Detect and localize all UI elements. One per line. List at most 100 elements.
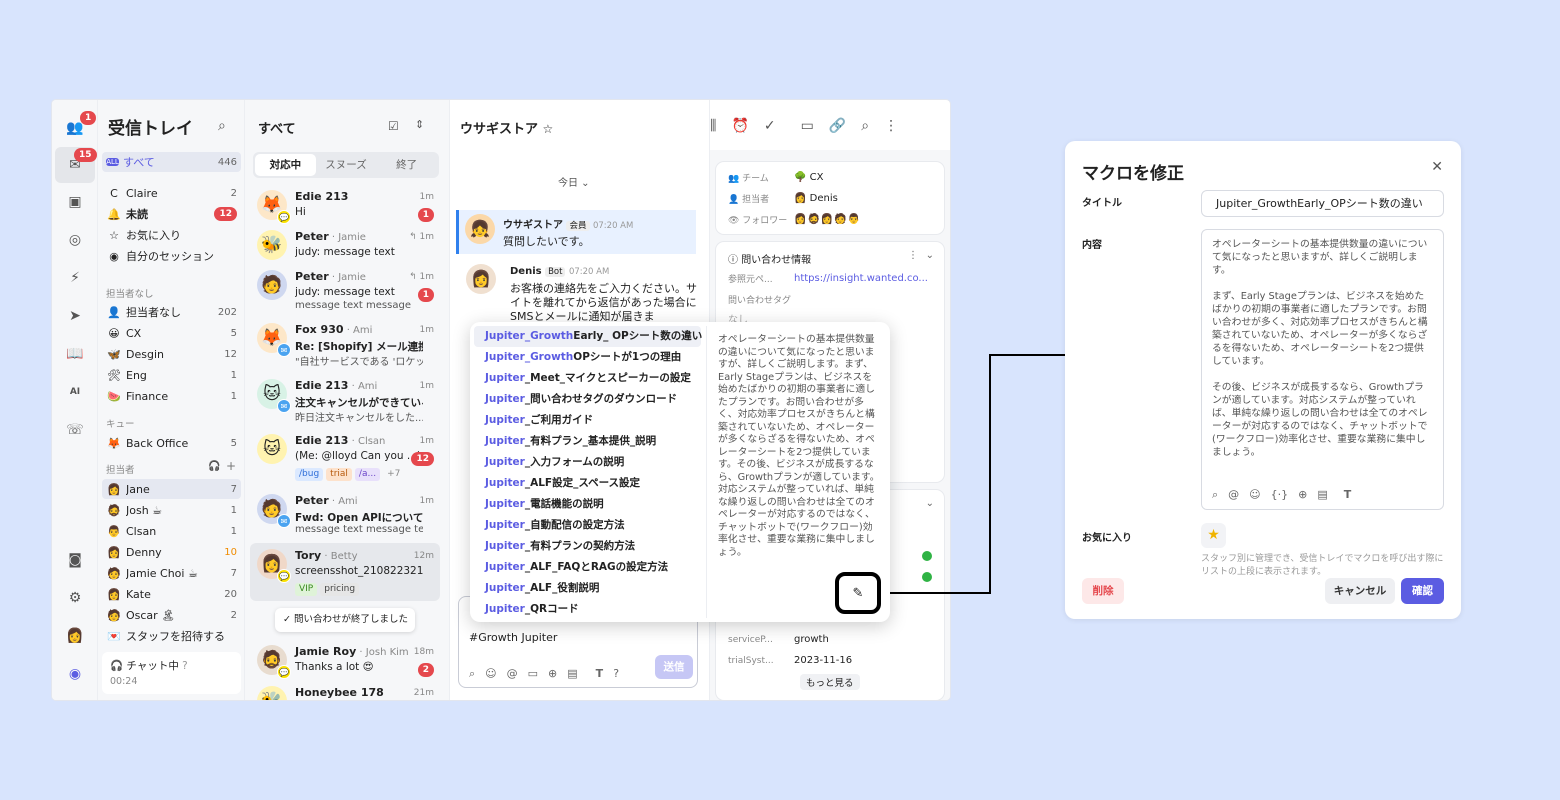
macro-item[interactable]: Jupiter_ALF_FAQとRAGの設定方法 [474, 557, 701, 578]
chevron-down-icon[interactable]: ⌄ [926, 250, 934, 261]
assignee-value[interactable]: Denis [810, 193, 838, 204]
star-icon[interactable]: ☆ [543, 122, 554, 136]
more-icon[interactable]: ⋮ [908, 250, 918, 261]
inbox-item-my-sessions[interactable]: ◉ 自分のセッション [102, 246, 241, 266]
follower-avatars[interactable]: 👩🧔👩🧑👨 [794, 214, 861, 225]
conversation-item[interactable]: 🧑 ✉ Peter · Ami 1m Fwd: Open APIについて mess… [250, 488, 440, 544]
conversation-item[interactable]: 🐱 Edie 213 · Clsan 1m (Me: @lloyd Can yo… [250, 428, 440, 484]
conversation-item[interactable]: 🦊✉ Fox 930 · Ami 1m Re: [Shopify] メール連携に… [250, 317, 440, 373]
content-textarea[interactable]: オペレーターシートの基本提供数量の違いについて気になったと思いますが、詳しくご説… [1201, 229, 1444, 510]
file-icon[interactable]: ⊕ [1298, 488, 1307, 501]
check-icon[interactable]: ✓ [764, 118, 776, 134]
chat-status-box[interactable]: 🎧 チャット中 ? 00:24 [102, 652, 241, 694]
macro-icon[interactable]: ▭ [528, 667, 538, 681]
delete-button[interactable]: 削除 [1082, 578, 1124, 604]
checkbox-icon[interactable]: ☑ [388, 119, 399, 133]
link-icon[interactable]: 🔗 [829, 118, 846, 134]
service-value[interactable]: growth [794, 634, 829, 645]
macro-item[interactable]: Jupiter_GrowthEarly_ OPシート数の違い [474, 326, 702, 347]
assignee-item-kate[interactable]: 👩 Kate 20 [102, 584, 241, 604]
trial-value[interactable]: 2023-11-16 [794, 655, 852, 666]
clipboard-icon[interactable]: ▤ [567, 667, 577, 681]
inbox-item-claire[interactable]: C Claire 2 [102, 183, 241, 203]
edit-macro-button[interactable]: ✎ [835, 572, 881, 614]
clipboard-icon[interactable]: ▤ [1317, 488, 1327, 501]
macro-item[interactable]: Jupiter_電話機能の説明 [474, 494, 701, 515]
inbox-item-favorites[interactable]: ☆ お気に入り [102, 225, 241, 245]
variable-icon[interactable]: {·} [1271, 488, 1289, 501]
mention-icon[interactable]: @ [507, 667, 518, 681]
macro-item[interactable]: Jupiter_GrowthOPシートが1つの理由 [474, 347, 701, 368]
marketing-icon[interactable]: ◎ [63, 228, 87, 252]
chevron-down-icon[interactable]: ⌄ [926, 498, 934, 509]
inbox-all[interactable]: ALL すべて 446 [102, 152, 241, 172]
team-item-finance[interactable]: 🍉 Finance 1 [102, 386, 241, 406]
alarm-icon[interactable]: ⏰ [731, 118, 748, 134]
macro-item[interactable]: Jupiter_Meet_マイクとスピーカーの設定 [474, 368, 701, 389]
sort-icon[interactable]: ⇕ [415, 118, 424, 131]
ref-value[interactable]: https://insight.wanted.co... [794, 273, 928, 284]
chat-bubble-icon[interactable]: ◙ [63, 548, 87, 572]
assignee-item-oscar[interactable]: 🧑 Oscar 🏝 2 [102, 605, 241, 625]
assignee-item-jane[interactable]: 👩 Jane 7 [102, 479, 241, 499]
assignee-item-denny[interactable]: 👩 Denny 10 [102, 542, 241, 562]
headset-icon[interactable]: 🎧 [208, 461, 220, 472]
macro-item[interactable]: Jupiter_問い合わせタグのダウンロード [474, 389, 701, 410]
macro-item[interactable]: Jupiter_ALF設定_スペース設定 [474, 473, 701, 494]
macro-item[interactable]: Jupiter_有料プランの契約方法 [474, 536, 701, 557]
send-icon[interactable]: ➤ [63, 304, 87, 328]
queue-item-back-office[interactable]: 🦊 Back Office 5 [102, 433, 241, 453]
favorite-star-icon[interactable]: ★ [1201, 523, 1226, 548]
text-format-icon[interactable]: T [1344, 488, 1352, 501]
team-item-cx[interactable]: 😀 CX 5 [102, 323, 241, 343]
phone-icon[interactable]: ☏ [63, 418, 87, 442]
more-icon[interactable]: ⋮ [884, 118, 898, 134]
conversation-item[interactable]: 🐱 ✉ Edie 213 · Ami 1m 注文キャンセルができている 昨日注文キ… [250, 373, 440, 429]
macro-item[interactable]: Jupiter_ご利用ガイド [474, 410, 701, 431]
team-value[interactable]: CX [810, 172, 824, 183]
assignee-item-josh[interactable]: 🧔 Josh ☕ 1 [102, 500, 241, 520]
contacts-icon[interactable]: ▣ [63, 190, 87, 214]
user-avatar-icon[interactable]: 👩 [63, 624, 87, 648]
conversation-item[interactable]: 🧑 Peter · Jamie ↰ 1m judy: message text … [250, 264, 440, 320]
search-icon[interactable]: ⌕ [861, 118, 869, 134]
file-icon[interactable]: ⊕ [548, 667, 557, 681]
macro-item[interactable]: Jupiter_有料プラン_基本提供_説明 [474, 431, 701, 452]
voice-icon[interactable]: ⫼ [710, 118, 716, 134]
search-icon[interactable]: ⌕ [218, 118, 226, 134]
macro-item[interactable]: Jupiter_入力フォームの説明 [474, 452, 701, 473]
tab-closed[interactable]: 終了 [376, 154, 437, 176]
attach-icon[interactable]: ⌕ [469, 667, 475, 681]
team-item-design[interactable]: 🦋 Desgin 12 [102, 344, 241, 364]
team-item-unassigned[interactable]: 👤 担当者なし 202 [102, 302, 241, 322]
add-icon[interactable]: + [226, 459, 236, 473]
close-icon[interactable]: ✕ [1431, 159, 1443, 175]
inbox-item-unread[interactable]: 🔔 未読 12 [102, 204, 241, 224]
date-divider[interactable]: 今日 ⌄ [558, 174, 590, 189]
title-input[interactable]: Jupiter_GrowthEarly_OPシート数の違い [1201, 190, 1444, 217]
team-item-eng[interactable]: 🛠 Eng 1 [102, 365, 241, 385]
composer-text[interactable]: #Growth Jupiter [469, 631, 557, 644]
conversation-item-selected[interactable]: 👩 💬 Tory · Betty 12m screensshot_21082232… [250, 543, 440, 601]
mention-icon[interactable]: @ [1228, 488, 1239, 501]
emoji-icon[interactable]: ☺ [485, 667, 496, 681]
conversation-item[interactable]: 🐝 Honeybee 178 21m [250, 680, 440, 700]
channel-logo-icon[interactable]: ◉ [63, 662, 87, 686]
invite-staff[interactable]: 💌 スタッフを招待する [102, 626, 241, 646]
inbox-icon[interactable]: ▭ [801, 118, 814, 134]
send-button[interactable]: 送信 [655, 655, 693, 679]
tab-open[interactable]: 対応中 [255, 154, 316, 176]
cancel-button[interactable]: キャンセル [1325, 578, 1395, 604]
help-icon[interactable]: ? [613, 667, 619, 681]
emoji-icon[interactable]: ☺ [1249, 488, 1260, 501]
macro-item[interactable]: Jupiter_ALF_役割説明 [474, 578, 701, 599]
book-icon[interactable]: 📖 [63, 342, 87, 366]
macro-item[interactable]: Jupiter_QRコード [474, 599, 701, 620]
tab-snoozed[interactable]: スヌーズ [316, 154, 377, 176]
macro-item[interactable]: Jupiter_自動配信の設定方法 [474, 515, 701, 536]
ai-icon[interactable]: AI [63, 380, 87, 404]
bolt-icon[interactable]: ⚡ [63, 266, 87, 290]
settings-gear-icon[interactable]: ⚙ [63, 586, 87, 610]
assignee-item-clsan[interactable]: 👨 Clsan 1 [102, 521, 241, 541]
confirm-button[interactable]: 確認 [1401, 578, 1444, 604]
